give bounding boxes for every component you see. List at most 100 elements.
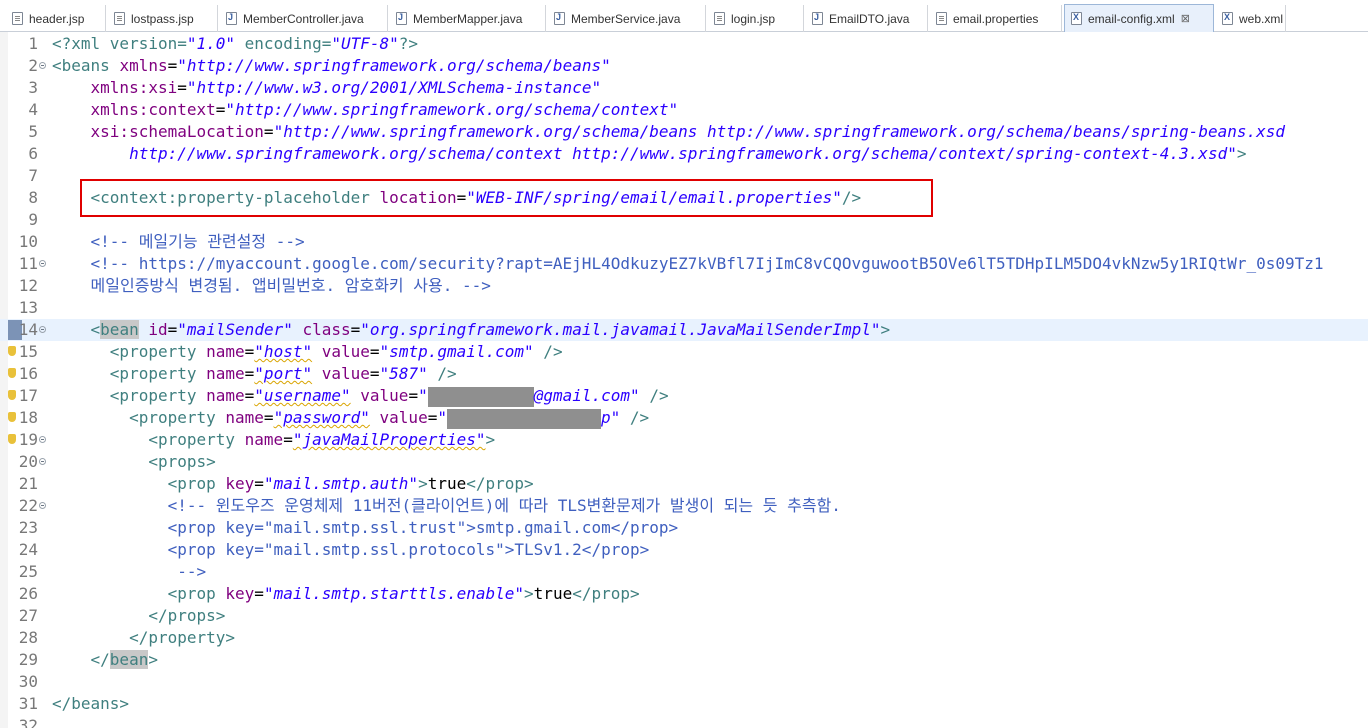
code-line[interactable]: 13 — [0, 297, 1368, 319]
code-line[interactable]: 21 <prop key="mail.smtp.auth">true</prop… — [0, 473, 1368, 495]
code-line[interactable]: 30 — [0, 671, 1368, 693]
code-line[interactable]: 19 <property name="javaMailProperties"> — [0, 429, 1368, 451]
code-token: <property — [109, 342, 207, 361]
code-text: <?xml version="1.0" encoding="UTF-8"?> — [52, 33, 418, 55]
code-token: <property — [109, 386, 207, 405]
code-line[interactable]: 28 </property> — [0, 627, 1368, 649]
code-token: "password" — [273, 408, 370, 427]
redacted-value — [446, 408, 601, 429]
code-token: /> — [639, 386, 669, 405]
code-line[interactable]: 22 <!-- 윈도우즈 운영체제 11버전(클라이언트)에 따라 TLS변환문… — [0, 495, 1368, 517]
code-line[interactable]: 23 <prop key="mail.smtp.ssl.trust">smtp.… — [0, 517, 1368, 539]
tab-lostpass-jsp[interactable]: lostpass.jsp — [108, 5, 218, 32]
fold-toggle-icon[interactable] — [39, 502, 46, 509]
code-line[interactable]: 15 <property name="host" value="smtp.gma… — [0, 341, 1368, 363]
code-line[interactable]: 14 <bean id="mailSender" class="org.spri… — [0, 319, 1368, 341]
code-text: <bean id="mailSender" class="org.springf… — [52, 319, 890, 341]
tab-emaildto-java[interactable]: EmailDTO.java — [806, 5, 928, 32]
fold-toggle-icon[interactable] — [39, 62, 46, 69]
code-token: value — [360, 386, 409, 405]
code-token: value — [379, 408, 428, 427]
code-text: <property name="password" value=" p" /> — [52, 407, 649, 429]
tab-membercontroller-java[interactable]: MemberController.java — [220, 5, 388, 32]
code-token: = — [427, 408, 438, 427]
tab-login-jsp[interactable]: login.jsp — [708, 5, 804, 32]
code-token: xmlns — [119, 56, 168, 75]
code-token: <!-- 윈도우즈 운영체제 11버전(클라이언트)에 따라 TLS변환문제가 … — [167, 496, 841, 515]
code-line[interactable]: 31 </beans> — [0, 693, 1368, 715]
close-tab-icon[interactable]: ⊠ — [1181, 12, 1190, 25]
code-line[interactable]: 24 <prop key="mail.smtp.ssl.protocols">T… — [0, 539, 1368, 561]
code-line[interactable]: 11 <!-- https://myaccount.google.com/sec… — [0, 253, 1368, 275]
line-number: 20 — [18, 452, 38, 471]
code-token: <property — [109, 364, 207, 383]
code-line[interactable]: 16 <property name="port" value="587" /> — [0, 363, 1368, 385]
tab-label: web.xml — [1239, 11, 1284, 26]
code-line[interactable]: 4 xmlns:context="http://www.springframew… — [0, 99, 1368, 121]
code-token: </prop> — [466, 474, 534, 493]
line-number: 29 — [18, 650, 38, 669]
line-number: 22 — [18, 496, 38, 515]
code-token: /> — [620, 408, 650, 427]
code-line[interactable]: 2 <beans xmlns="http://www.springframewor… — [0, 55, 1368, 77]
code-line[interactable]: 3 xmlns:xsi="http://www.w3.org/2001/XMLS… — [0, 77, 1368, 99]
tab-label: lostpass.jsp — [131, 11, 194, 26]
xml-code-editor[interactable]: 1 <?xml version="1.0" encoding="UTF-8"?> 2… — [0, 32, 1368, 728]
fold-toggle-icon[interactable] — [39, 260, 46, 267]
code-text: <prop key="mail.smtp.auth">true</prop> — [52, 473, 534, 495]
code-line[interactable]: 25 --> — [0, 561, 1368, 583]
tab-label: MemberMapper.java — [413, 11, 523, 26]
code-token: xmlns:context — [90, 100, 216, 119]
code-text: xmlns:context="http://www.springframewor… — [52, 99, 679, 121]
xml-file-icon — [1071, 12, 1082, 25]
line-number: 12 — [18, 276, 38, 295]
code-token: = — [254, 474, 264, 493]
code-token: = — [215, 100, 226, 119]
code-token: "http://www.springframework.org/schema/b… — [273, 122, 1286, 141]
tab-header-jsp[interactable]: header.jsp — [6, 5, 106, 32]
code-token: </prop> — [572, 584, 640, 603]
code-token: <!-- https://myaccount.google.com/securi… — [90, 254, 1324, 273]
code-token: name — [206, 386, 245, 405]
code-token: xsi:schemaLocation — [90, 122, 264, 141]
code-text: </bean> — [52, 649, 158, 671]
code-text: xsi:schemaLocation="http://www.springfra… — [52, 121, 1285, 143]
code-line[interactable]: 12 메일인증방식 변경됨. 앱비밀번호. 암호화키 사용. --> — [0, 275, 1368, 297]
tab-memberservice-java[interactable]: MemberService.java — [548, 5, 706, 32]
fold-toggle-icon[interactable] — [39, 458, 46, 465]
code-line[interactable]: 10 <!-- 메일기능 관련설정 --> — [0, 231, 1368, 253]
code-token: <prop — [167, 474, 226, 493]
code-line[interactable]: 20 <props> — [0, 451, 1368, 473]
code-token: "mail.smtp.auth" — [263, 474, 419, 493]
code-line[interactable]: 6 http://www.springframework.org/schema/… — [0, 143, 1368, 165]
code-line[interactable]: 26 <prop key="mail.smtp.starttls.enable"… — [0, 583, 1368, 605]
fold-toggle-icon[interactable] — [39, 436, 46, 443]
code-line[interactable]: 27 </props> — [0, 605, 1368, 627]
tab-email-properties[interactable]: email.properties — [930, 5, 1062, 32]
code-token: encoding= — [235, 34, 332, 53]
code-line[interactable]: 18 <property name="password" value=" p" /… — [0, 407, 1368, 429]
code-line[interactable]: 5 xsi:schemaLocation="http://www.springf… — [0, 121, 1368, 143]
code-text: <!-- 윈도우즈 운영체제 11버전(클라이언트)에 따라 TLS변환문제가 … — [52, 495, 841, 517]
code-line[interactable]: 29 </bean> — [0, 649, 1368, 671]
code-token: <beans — [52, 56, 120, 75]
tab-label: EmailDTO.java — [829, 11, 910, 26]
code-token: id — [148, 320, 168, 339]
tab-web-xml[interactable]: web.xml — [1216, 5, 1286, 32]
code-line[interactable]: 1 <?xml version="1.0" encoding="UTF-8"?> — [0, 33, 1368, 55]
fold-toggle-icon[interactable] — [39, 326, 46, 333]
code-line[interactable]: 17 <property name="username" value=" @gma… — [0, 385, 1368, 407]
tab-membermapper-java[interactable]: MemberMapper.java — [390, 5, 546, 32]
code-line[interactable]: 32 — [0, 715, 1368, 728]
code-token: http://www.springframework.org/schema/co… — [129, 144, 1237, 163]
tab-label: MemberController.java — [243, 11, 364, 26]
line-number: 11 — [18, 254, 38, 273]
line-number: 27 — [18, 606, 38, 625]
tab-email-config-xml[interactable]: email-config.xml ⊠ — [1064, 4, 1214, 32]
line-number: 9 — [28, 210, 38, 229]
